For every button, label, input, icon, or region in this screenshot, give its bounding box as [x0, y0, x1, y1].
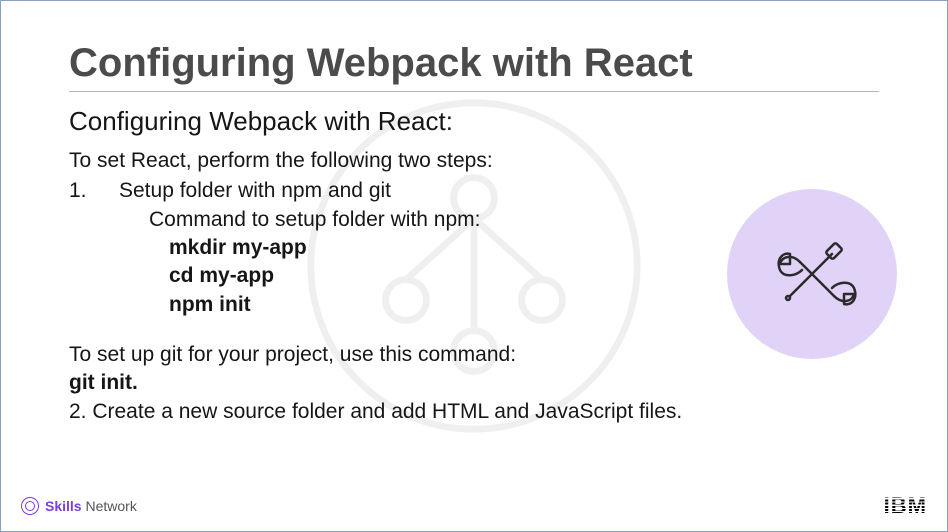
- slide-subtitle: Configuring Webpack with React:: [69, 106, 879, 137]
- footer-skills-label: Skills: [45, 498, 82, 514]
- footer: Skills Network IBM: [21, 493, 927, 519]
- intro-text: To set React, perform the following two …: [69, 147, 879, 175]
- step1-number: 1.: [69, 177, 119, 205]
- step1-text: Setup folder with npm and git: [119, 177, 391, 205]
- command-git-init: git init.: [69, 369, 879, 397]
- skills-network-logo: Skills Network: [21, 497, 137, 515]
- slide-title: Configuring Webpack with React: [69, 41, 879, 92]
- ibm-logo: IBM: [884, 493, 927, 519]
- git-intro-text: To set up git for your project, use this…: [69, 341, 879, 369]
- tools-icon: [727, 189, 897, 359]
- skills-badge-icon: [21, 497, 39, 515]
- step2-text: 2. Create a new source folder and add HT…: [69, 398, 879, 426]
- footer-network-label: Network: [82, 498, 137, 514]
